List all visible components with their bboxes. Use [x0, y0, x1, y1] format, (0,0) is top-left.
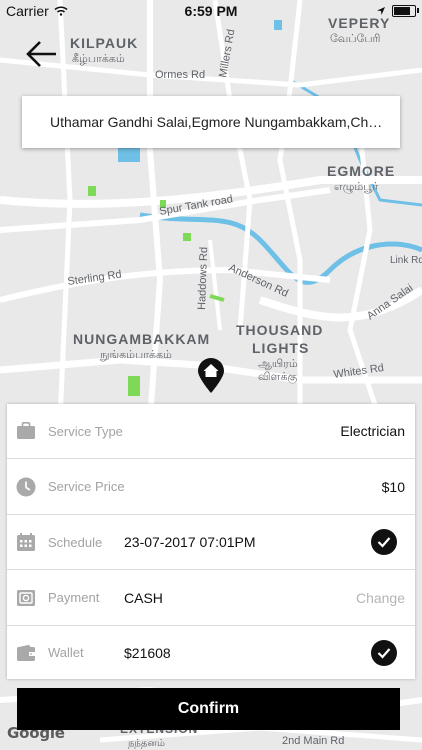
- map-label-thousand: THOUSAND: [236, 322, 323, 338]
- schedule-label: Schedule: [48, 534, 103, 550]
- map-label-lights: LIGHTS: [252, 340, 309, 356]
- payment-label: Payment: [48, 590, 100, 605]
- map-label-egmore: EGMORE: [327, 163, 395, 179]
- service-type-value: Electrician: [340, 423, 405, 439]
- wallet-check-icon[interactable]: [371, 639, 397, 666]
- status-bar: Carrier 6:59 PM: [0, 0, 422, 22]
- map-label-nungambakkam-tamil: நுங்கம்பாக்கம்: [100, 349, 172, 361]
- clock-icon: [16, 477, 36, 497]
- service-price-row: Service Price $10: [7, 459, 415, 515]
- battery-icon: [392, 5, 419, 17]
- wallet-icon: [16, 643, 36, 663]
- map-road-ormes: Ormes Rd: [155, 69, 205, 81]
- status-time: 6:59 PM: [184, 3, 238, 19]
- map-label-vepery-tamil: வேப்பேரி: [330, 33, 380, 45]
- back-button[interactable]: [24, 36, 60, 72]
- address-text: Uthamar Gandhi Salai,Egmore Nungambakkam…: [50, 114, 390, 130]
- arrow-left-icon: [26, 41, 56, 67]
- cash-icon: [16, 588, 36, 608]
- briefcase-icon: [16, 421, 36, 441]
- payment-value: CASH: [124, 589, 163, 606]
- location-pin-icon: [196, 358, 226, 394]
- map-label-thousand-tamil: ஆயிரம்: [258, 358, 298, 370]
- schedule-value: 23-07-2017 07:01PM: [124, 534, 256, 550]
- service-type-row: Service Type Electrician: [7, 404, 415, 459]
- payment-row: Payment CASH Change: [7, 570, 415, 626]
- map-label-kilpauk-tamil: கீழ்பாக்கம்: [72, 53, 125, 65]
- map-road-haddows: Haddows Rd: [196, 247, 210, 310]
- map-label-nandanam-tamil: நந்தனம்: [128, 738, 165, 749]
- wallet-value: $21608: [124, 644, 171, 661]
- service-price-label: Service Price: [48, 479, 125, 494]
- wallet-row: Wallet $21608: [7, 626, 415, 679]
- map-label-lights-tamil: விளக்கு: [258, 371, 297, 385]
- confirm-button[interactable]: Confirm: [17, 688, 400, 730]
- map-label-egmore-tamil: எழும்பூர்: [334, 181, 378, 194]
- address-field[interactable]: Uthamar Gandhi Salai,Egmore Nungambakkam…: [22, 96, 400, 148]
- schedule-check-icon[interactable]: [371, 529, 397, 555]
- booking-details-panel: Service Type Electrician Service Price $…: [7, 404, 415, 679]
- calendar-icon: [16, 532, 36, 552]
- service-price-value: $10: [381, 478, 405, 495]
- map-label-kilpauk: KILPAUK: [70, 35, 138, 51]
- map-road-link: Link Rd: [390, 255, 422, 266]
- map-road-2nd-main: 2nd Main Rd: [282, 735, 344, 747]
- service-type-label: Service Type: [48, 423, 123, 439]
- map-label-nungambakkam: NUNGAMBAKKAM: [73, 331, 210, 347]
- wallet-label: Wallet: [48, 645, 84, 660]
- schedule-row[interactable]: Schedule 23-07-2017 07:01PM: [7, 515, 415, 570]
- change-payment-button[interactable]: Change: [356, 590, 405, 606]
